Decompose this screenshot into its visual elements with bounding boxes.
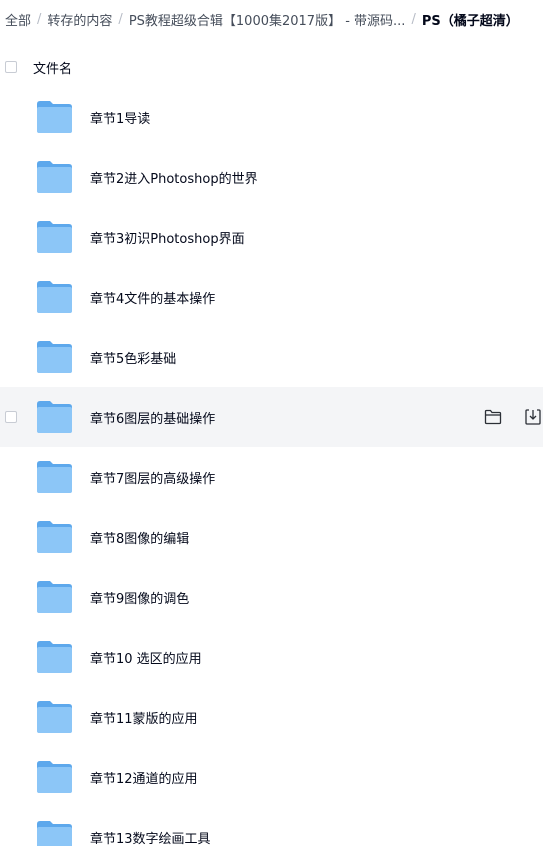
folder-icon [36,280,73,314]
folder-icon [36,820,73,846]
download-icon[interactable] [523,407,543,427]
file-row[interactable]: 章节6图层的基础操作 [0,387,543,447]
breadcrumb-separator: / [118,11,123,27]
file-row[interactable]: 章节10 选区的应用 [0,627,543,687]
folder-icon [36,400,73,434]
file-name[interactable]: 章节4文件的基本操作 [90,288,215,307]
file-name[interactable]: 章节3初识Photoshop界面 [90,228,245,247]
file-name[interactable]: 章节2进入Photoshop的世界 [90,168,258,187]
file-name[interactable]: 章节8图像的编辑 [90,528,189,547]
file-row[interactable]: 章节4文件的基本操作 [0,267,543,327]
file-row[interactable]: 章节5色彩基础 [0,327,543,387]
file-name[interactable]: 章节9图像的调色 [90,588,189,607]
file-name[interactable]: 章节6图层的基础操作 [90,408,215,427]
file-name[interactable]: 章节12通道的应用 [90,768,198,787]
file-row[interactable]: 章节2进入Photoshop的世界 [0,147,543,207]
row-actions [463,407,543,427]
folder-icon [36,640,73,674]
folder-icon [36,220,73,254]
file-name[interactable]: 章节11蒙版的应用 [90,708,198,727]
file-row[interactable]: 章节12通道的应用 [0,747,543,807]
folder-icon [36,340,73,374]
select-all-checkbox[interactable] [5,61,17,73]
column-header-filename[interactable]: 文件名 [33,58,72,77]
row-checkbox[interactable] [5,411,17,423]
folder-icon [36,700,73,734]
breadcrumb-separator: / [37,11,42,27]
folder-icon [36,460,73,494]
file-row[interactable]: 章节3初识Photoshop界面 [0,207,543,267]
file-row[interactable]: 章节9图像的调色 [0,567,543,627]
breadcrumb-current-folder: PS（橘子超清） [421,13,519,29]
folder-icon [36,580,73,614]
file-row[interactable]: 章节8图像的编辑 [0,507,543,567]
file-row[interactable]: 章节11蒙版的应用 [0,687,543,747]
breadcrumb-all[interactable]: 全部 [5,10,31,29]
breadcrumb: 全部 / 转存的内容 / PS教程超级合辑【1000集2017版】 - 带源码.… [0,0,543,38]
file-row[interactable]: 章节7图层的高级操作 [0,447,543,507]
breadcrumb-saved-content[interactable]: 转存的内容 [47,10,112,29]
folder-icon [36,520,73,554]
folder-icon [36,760,73,794]
folder-icon [36,100,73,134]
list-header: 文件名 [0,47,543,87]
file-row[interactable]: 章节13数字绘画工具 [0,807,543,846]
breadcrumb-separator: / [411,11,416,27]
file-name[interactable]: 章节5色彩基础 [90,348,176,367]
file-row[interactable]: 章节1导读 [0,87,543,147]
file-list: 章节1导读章节2进入Photoshop的世界 章节3初识Photoshop界面 章节… [0,87,543,846]
file-browser: 全部 / 转存的内容 / PS教程超级合辑【1000集2017版】 - 带源码.… [0,0,543,846]
breadcrumb-ps-collection[interactable]: PS教程超级合辑【1000集2017版】 - 带源码... [129,10,406,29]
folder-outline-icon[interactable] [483,407,503,427]
file-name[interactable]: 章节13数字绘画工具 [90,828,211,846]
file-name[interactable]: 章节1导读 [90,108,150,127]
folder-icon [36,160,73,194]
file-name[interactable]: 章节7图层的高级操作 [90,468,215,487]
file-name[interactable]: 章节10 选区的应用 [90,648,202,667]
